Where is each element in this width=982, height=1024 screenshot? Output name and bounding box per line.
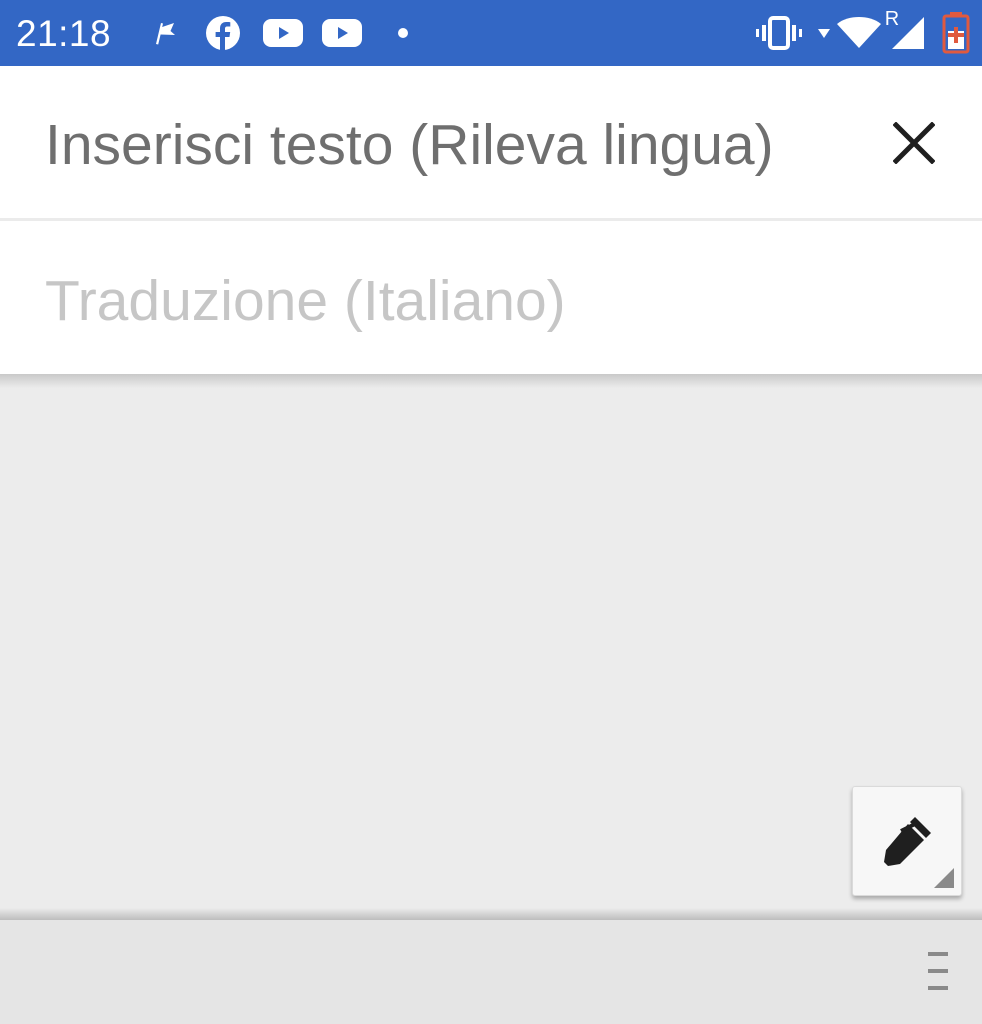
facebook-icon: [204, 0, 242, 66]
drag-handle-button[interactable]: [918, 950, 958, 992]
translation-output: Traduzione (Italiano): [45, 269, 566, 333]
battery-charging-icon: [940, 0, 972, 66]
corner-triangle-icon: [934, 868, 954, 888]
wifi-icon: [836, 0, 882, 66]
source-text-input[interactable]: Inserisci testo (Rileva lingua): [45, 112, 774, 178]
youtube-icon: [262, 0, 304, 66]
bottom-shadow: [0, 908, 982, 920]
data-arrow-icon: [815, 0, 833, 66]
drag-handle-icon: [928, 952, 948, 990]
dot-icon: [394, 0, 412, 66]
bottom-bar: [0, 920, 982, 1024]
pen-icon: [884, 817, 931, 866]
youtube-icon: [321, 0, 363, 66]
handwriting-button[interactable]: [852, 786, 962, 896]
source-text-panel[interactable]: Inserisci testo (Rileva lingua): [0, 66, 982, 218]
cell-signal-icon: [888, 0, 928, 66]
flag-icon: [150, 0, 180, 66]
panel-shadow: [0, 374, 982, 388]
status-bar: 21:18 R: [0, 0, 982, 66]
vibrate-icon: [754, 0, 804, 66]
status-time: 21:18: [16, 13, 112, 54]
translation-panel: Traduzione (Italiano): [0, 221, 982, 374]
close-icon: [893, 122, 935, 164]
clear-button[interactable]: [874, 103, 954, 183]
